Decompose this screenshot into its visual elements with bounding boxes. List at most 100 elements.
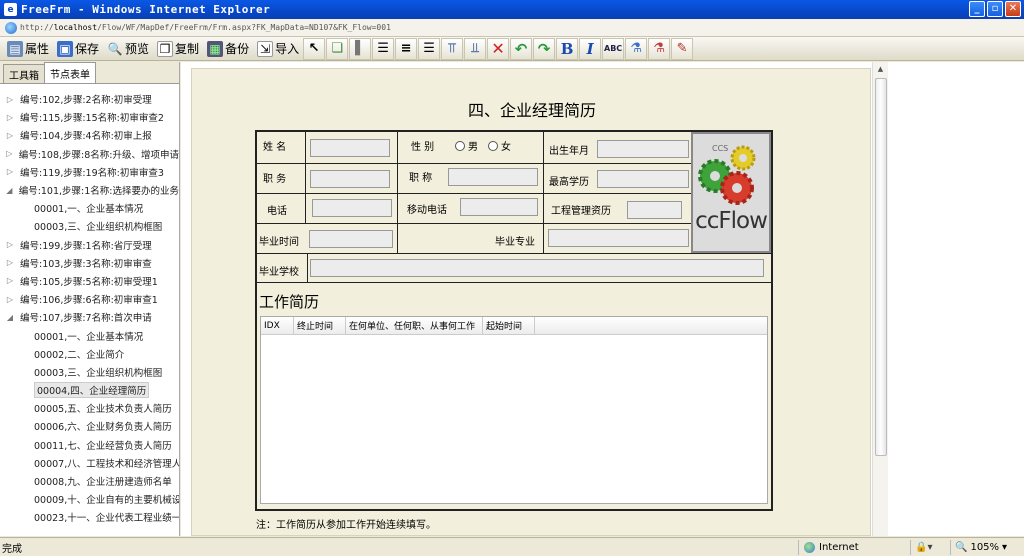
tree-form-item[interactable]: 00009,十、企业自有的主要机械设备 <box>0 490 179 508</box>
copy-button[interactable]: ❐ 复制 <box>153 38 203 60</box>
tree-item-label: 00001,一、企业基本情况 <box>34 204 144 216</box>
tab-node-forms[interactable]: 节点表单 <box>44 62 96 83</box>
maximize-button[interactable]: ▫ <box>987 1 1003 17</box>
tree-node-item[interactable]: ◢ 编号:101,步骤:1名称:选择要办的业务 <box>0 181 179 199</box>
flask-red-icon[interactable]: ⚗ <box>648 37 671 60</box>
window-title-bar: e FreeFrm - Windows Internet Explorer _ … <box>0 0 1024 19</box>
close-button[interactable]: ✕ <box>1005 1 1021 17</box>
phone-input[interactable] <box>312 199 392 217</box>
form-canvas[interactable]: 四、企业经理简历 姓 名 性 别 男 女 出生年月 职 务 职 称 最高学历 电… <box>191 68 871 536</box>
import-button[interactable]: ⇲ 导入 <box>253 38 303 60</box>
tree-node-item[interactable]: ▷ 编号:103,步骤:3名称:初审审查 <box>0 254 179 272</box>
major-label: 毕业专业 <box>495 237 535 248</box>
expand-arrow-icon[interactable]: ▷ <box>0 240 14 249</box>
expand-arrow-icon[interactable]: ▷ <box>0 276 14 285</box>
tree-form-item[interactable]: 00002,二、企业简介 <box>0 345 179 363</box>
major-input[interactable] <box>548 229 689 247</box>
tree-item-label: 编号:101,步骤:1名称:选择要办的业务 <box>18 186 179 198</box>
tree-form-item[interactable]: 00011,七、企业经营负责人简历 <box>0 436 179 454</box>
save-button[interactable]: ▣ 保存 <box>53 38 103 60</box>
zoom-control[interactable]: 🔍 105% ▾ <box>950 539 1024 555</box>
tree-form-item[interactable]: 00001,一、企业基本情况 <box>0 199 179 217</box>
collapse-arrow-icon[interactable]: ◢ <box>0 313 14 322</box>
tree-node-item[interactable]: ▷ 编号:102,步骤:2名称:初审受理 <box>0 90 179 108</box>
align-center-icon[interactable]: ≡ <box>395 37 418 60</box>
tree-form-item[interactable]: 00008,九、企业注册建造师名单 <box>0 472 179 490</box>
tree-form-item[interactable]: 00023,十一、企业代表工程业绩一览 <box>0 508 179 526</box>
protected-mode-icon[interactable]: 🔒▾ <box>910 539 950 555</box>
tree-form-item[interactable]: 00005,五、企业技术负责人简历 <box>0 399 179 417</box>
tree-form-item[interactable]: 00004,四、企业经理简历 <box>0 381 179 399</box>
delete-icon[interactable]: ✕ <box>487 37 510 60</box>
gender-male-radio[interactable] <box>455 140 465 151</box>
undo-icon[interactable]: ↶ <box>510 37 533 60</box>
tree-form-item[interactable]: 00006,六、企业财务负责人简历 <box>0 417 179 435</box>
tree-node-item[interactable]: ▷ 编号:115,步骤:15名称:初审审查2 <box>0 108 179 126</box>
tree-node-item[interactable]: ▷ 编号:108,步骤:8名称:升级、增项申请 <box>0 145 179 163</box>
spellcheck-icon[interactable]: ABC <box>602 37 625 60</box>
collapse-arrow-icon[interactable]: ◢ <box>0 186 13 195</box>
tree-form-item[interactable]: 00003,三、企业组织机构框图 <box>0 217 179 235</box>
save-icon: ▣ <box>57 40 74 57</box>
tree-node-item[interactable]: ◢ 编号:107,步骤:7名称:首次申请 <box>0 308 179 326</box>
right-blank-area <box>888 62 1024 536</box>
redo-icon[interactable]: ↷ <box>533 37 556 60</box>
expand-arrow-icon[interactable]: ▷ <box>0 258 14 267</box>
properties-button[interactable]: ▤ 属性 <box>3 38 53 60</box>
position-input[interactable] <box>310 170 390 188</box>
align-left-icon[interactable]: ☰ <box>372 37 395 60</box>
tree-node-item[interactable]: ▷ 编号:105,步骤:5名称:初审受理1 <box>0 272 179 290</box>
tree-item-label: 编号:104,步骤:4名称:初审上报 <box>20 131 152 143</box>
address-url[interactable]: http://localhost/Flow/WF/MapDef/FreeFrm/… <box>20 23 391 32</box>
scroll-thumb[interactable] <box>875 78 887 456</box>
bold-icon[interactable]: B <box>556 37 579 60</box>
backup-button[interactable]: ▦ 备份 <box>203 38 253 60</box>
pointer-tool-icon[interactable]: ↖ <box>303 37 326 60</box>
grid-col-unit: 在何单位、任何职、从事何工作 <box>346 317 483 334</box>
gender-female-radio[interactable] <box>488 140 498 151</box>
school-input[interactable] <box>310 259 764 277</box>
tab-toolbox[interactable]: 工具箱 <box>3 64 45 83</box>
status-bar: 完成 Internet 🔒▾ 🔍 105% ▾ <box>0 537 1024 556</box>
vertical-scrollbar[interactable]: ▲ <box>872 62 888 536</box>
flask-icon[interactable]: ⚗ <box>625 37 648 60</box>
address-bar[interactable]: http://localhost/Flow/WF/MapDef/FreeFrm/… <box>0 19 1024 37</box>
gender-label: 性 别 <box>411 142 435 153</box>
align-bottom-icon[interactable]: ⫫ <box>464 37 487 60</box>
align-shape-icon[interactable]: ▌ <box>349 37 372 60</box>
birth-input[interactable] <box>597 140 689 158</box>
tree-node-item[interactable]: ▷ 编号:104,步骤:4名称:初审上报 <box>0 126 179 144</box>
tree-form-item[interactable]: 00003,三、企业组织机构框图 <box>0 363 179 381</box>
ie-app-icon: e <box>4 3 17 16</box>
duplicate-icon[interactable]: ❏ <box>326 37 349 60</box>
expand-arrow-icon[interactable]: ▷ <box>0 149 13 158</box>
mgmt-years-input[interactable] <box>627 201 682 219</box>
globe-icon <box>804 541 815 553</box>
name-input[interactable] <box>310 139 390 157</box>
work-history-grid[interactable]: IDX 终止时间 在何单位、任何职、从事何工作 起始时间 <box>260 316 768 504</box>
education-input[interactable] <box>597 170 689 188</box>
import-icon: ⇲ <box>257 40 274 57</box>
expand-arrow-icon[interactable]: ▷ <box>0 113 14 122</box>
expand-arrow-icon[interactable]: ▷ <box>0 167 14 176</box>
tree-node-item[interactable]: ▷ 编号:119,步骤:19名称:初审审查3 <box>0 163 179 181</box>
align-right-icon[interactable]: ☰ <box>418 37 441 60</box>
align-top-icon[interactable]: ⫪ <box>441 37 464 60</box>
title-input[interactable] <box>448 168 538 186</box>
brush-icon[interactable]: ✎ <box>671 37 694 60</box>
expand-arrow-icon[interactable]: ▷ <box>0 95 14 104</box>
tree-form-item[interactable]: 00007,八、工程技术和经济管理人员 <box>0 454 179 472</box>
scroll-up-icon[interactable]: ▲ <box>873 62 888 76</box>
tree-item-label: 编号:105,步骤:5名称:初审受理1 <box>20 276 158 288</box>
grad-time-input[interactable] <box>309 230 393 248</box>
expand-arrow-icon[interactable]: ▷ <box>0 131 14 140</box>
tree-node-item[interactable]: ▷ 编号:106,步骤:6名称:初审审查1 <box>0 290 179 308</box>
italic-icon[interactable]: I <box>579 37 602 60</box>
gears-icon <box>698 145 756 205</box>
preview-button[interactable]: 🔍 预览 <box>103 38 153 60</box>
expand-arrow-icon[interactable]: ▷ <box>0 295 14 304</box>
minimize-button[interactable]: _ <box>969 1 985 17</box>
tree-node-item[interactable]: ▷ 编号:199,步骤:1名称:省厅受理 <box>0 236 179 254</box>
tree-form-item[interactable]: 00001,一、企业基本情况 <box>0 326 179 344</box>
mobile-input[interactable] <box>460 198 538 216</box>
